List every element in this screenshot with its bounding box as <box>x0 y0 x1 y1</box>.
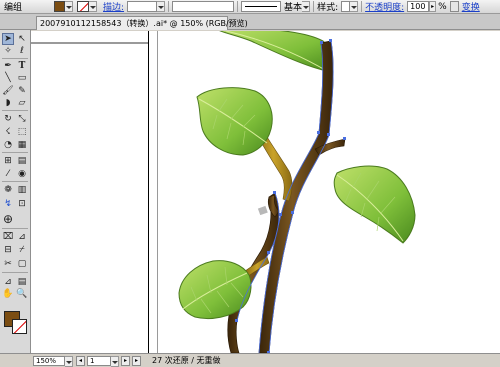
stroke-weight-dropdown[interactable] <box>157 1 166 12</box>
print-tiling-tool-icon[interactable]: ▢ <box>16 258 28 270</box>
page-dropdown-button[interactable] <box>111 356 119 367</box>
style-swatch[interactable] <box>341 1 351 12</box>
mesh-tool-icon[interactable]: ⊞ <box>2 155 14 167</box>
page-number-field[interactable]: 1 <box>87 356 111 366</box>
pen-tool-icon[interactable]: ✒ <box>2 60 14 72</box>
warp-tool-icon[interactable]: ☇ <box>2 126 14 138</box>
live-paint-bucket-tool-icon[interactable]: ↯ <box>2 198 14 210</box>
artboard-canvas[interactable] <box>31 31 500 353</box>
column-graph-tool-icon[interactable]: ▥ <box>16 184 28 196</box>
zoom-tool-icon[interactable]: 🔍 <box>16 288 28 300</box>
fill-color-swatch[interactable] <box>54 1 65 12</box>
stroke-weight-field[interactable] <box>127 1 158 12</box>
zoom-level-field[interactable]: 150% <box>33 356 65 366</box>
rotate-tool-icon[interactable]: ↻ <box>2 113 14 125</box>
opacity-slider-button[interactable]: ▸ <box>429 1 437 12</box>
separator <box>237 1 239 12</box>
magic-wand-tool-icon[interactable]: ✧ <box>2 45 14 57</box>
toolbox-separator <box>2 58 28 59</box>
perspective-grid-tool-icon[interactable]: ▦ <box>16 139 28 151</box>
toolbox-separator <box>2 181 28 182</box>
toolbox-separator <box>2 110 28 111</box>
separator <box>361 1 363 12</box>
upper-left-leaf <box>196 87 273 156</box>
right-leaf <box>333 165 416 244</box>
separator <box>313 1 315 12</box>
pencil-tool-icon[interactable]: ✎ <box>16 85 28 97</box>
stroke-color-box[interactable] <box>12 319 27 334</box>
scissors-tool-icon[interactable]: ✂ <box>2 258 14 270</box>
previous-page-button[interactable]: ◂ <box>76 356 85 366</box>
status-bar: 150% ◂ 1 ▸ ▸ 27 次还原 / 无重做 <box>0 353 500 367</box>
live-paint-selection-tool-icon[interactable]: ⊡ <box>16 198 28 210</box>
blob-brush-tool-icon[interactable]: ◗ <box>2 97 14 109</box>
line-tool-icon[interactable]: ╲ <box>2 72 14 84</box>
paintbrush-tool-icon[interactable]: 🖌 <box>2 85 14 97</box>
blend-tool-icon[interactable]: ◉ <box>16 168 28 180</box>
shape-builder-tool-icon[interactable]: ◔ <box>2 139 14 151</box>
measure-tool-icon[interactable]: ⊿ <box>2 276 14 288</box>
brush-dropdown-button[interactable] <box>302 1 311 12</box>
document-tab-bar: 2007910112158543（转换）.ai* @ 150% (RGB/预览) <box>0 14 500 30</box>
knife-tool-icon[interactable]: ⌿ <box>16 244 28 256</box>
artboard-tool-icon[interactable]: ⌧ <box>2 231 14 243</box>
stroke-dropdown-button[interactable] <box>89 1 97 12</box>
control-bar: 编组 描边: 基本 样式: 不透明度: 100 ▸ % 变换 <box>0 0 500 14</box>
recolor-artwork-icon[interactable] <box>449 1 459 12</box>
slice-tool-icon[interactable]: ⊿ <box>16 231 28 243</box>
stroke-color-swatch[interactable] <box>77 1 89 12</box>
branch-with-leaves-artwork[interactable] <box>31 31 500 353</box>
fill-dropdown-button[interactable] <box>65 1 73 12</box>
last-page-button[interactable]: ▸ <box>132 356 141 366</box>
opacity-unit: % <box>438 1 447 12</box>
graph-tool-icon[interactable]: ▤ <box>16 276 28 288</box>
stroke-panel-link[interactable]: 描边: <box>103 0 124 13</box>
variable-width-profile-field[interactable] <box>172 1 235 12</box>
brush-definition-field[interactable] <box>241 1 282 12</box>
document-tab[interactable]: 2007910112158543（转换）.ai* @ 150% (RGB/预览) <box>36 16 248 30</box>
opacity-input[interactable]: 100 <box>407 1 430 12</box>
gradient-tool-icon[interactable]: ▤ <box>16 155 28 167</box>
symbol-sprayer-tool-icon[interactable]: ❁ <box>2 184 14 196</box>
toolbox-separator <box>2 272 28 273</box>
free-transform-tool-icon[interactable]: ⬚ <box>16 126 28 138</box>
toolbox-separator <box>2 228 28 229</box>
transform-panel-link[interactable]: 变换 <box>462 0 480 13</box>
type-tool-icon[interactable]: T <box>16 60 28 72</box>
selection-type-label: 编组 <box>4 3 23 13</box>
lasso-tool-icon[interactable]: ℓ <box>16 45 28 57</box>
style-label: 样式: <box>317 3 339 13</box>
next-page-button[interactable]: ▸ <box>121 356 130 366</box>
direct-selection-tool-icon[interactable]: ↖ <box>16 33 28 45</box>
separator <box>168 1 170 12</box>
top-leaf <box>219 31 331 72</box>
opacity-panel-link[interactable]: 不透明度: <box>365 0 404 13</box>
symbol-tool-icon[interactable]: ⊕ <box>2 213 14 225</box>
eyedropper-tool-icon[interactable]: ⁄ <box>2 168 14 180</box>
hand-tool-icon[interactable]: ✋ <box>2 288 14 300</box>
style-dropdown-button[interactable] <box>350 1 359 12</box>
slice-select-tool-icon[interactable]: ⊟ <box>2 244 14 256</box>
scale-tool-icon[interactable]: ⤡ <box>16 113 28 125</box>
eraser-tool-icon[interactable]: ▱ <box>16 97 28 109</box>
selection-tool-icon[interactable]: ➤ <box>2 33 14 45</box>
rectangle-tool-icon[interactable]: ▭ <box>16 72 28 84</box>
toolbox-separator <box>2 152 28 153</box>
status-message: 27 次还原 / 无重做 <box>152 356 221 365</box>
brush-profile-label: 基本 <box>284 3 303 13</box>
tools-panel: ➤ ↖ ✧ ℓ ✒ T ╲ ▭ 🖌 ✎ ◗ ▱ ↻ ⤡ ☇ ⬚ ◔ ▦ ⊞ ▤ … <box>0 30 31 353</box>
zoom-dropdown-button[interactable] <box>65 356 73 367</box>
